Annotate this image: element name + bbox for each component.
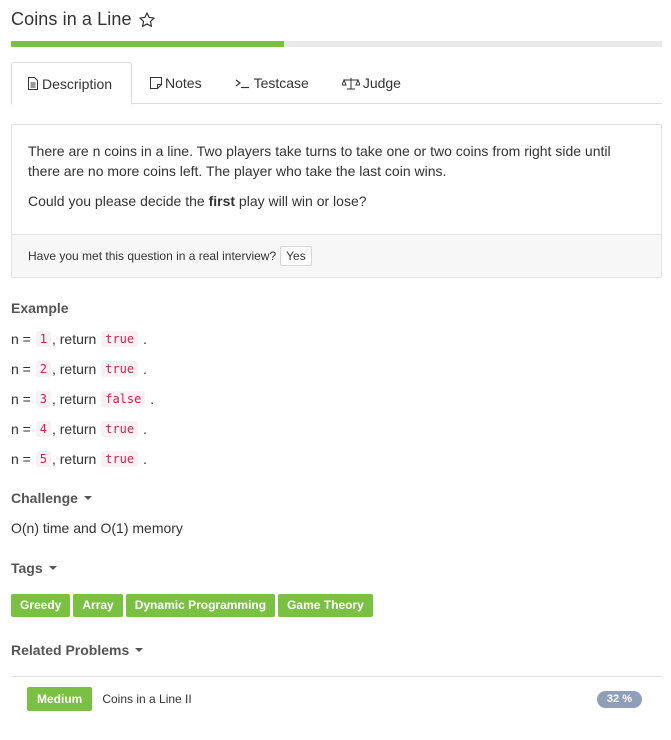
related-problem-row[interactable]: Medium Coins in a Line II 32 % xyxy=(27,686,642,712)
example-suffix: . xyxy=(143,361,147,377)
related-problems-heading[interactable]: Related Problems xyxy=(11,642,144,658)
example-result: true xyxy=(101,331,139,347)
yes-button[interactable]: Yes xyxy=(280,246,312,266)
difficulty-badge: Medium xyxy=(27,687,93,711)
example-heading: Example xyxy=(11,300,69,316)
example-prefix: n = xyxy=(11,331,31,347)
example-middle: , return xyxy=(51,421,97,437)
tag-array[interactable]: Array xyxy=(73,594,123,617)
progress-bar xyxy=(11,41,662,47)
tab-judge[interactable]: Judge xyxy=(341,62,401,104)
question-text: Could you please decide the xyxy=(28,193,209,209)
example-middle: , return xyxy=(51,361,97,377)
example-line: n = 5, return true . xyxy=(11,449,147,469)
description-paragraph: There are n coins in a line. Two players… xyxy=(28,143,611,179)
example-line: n = 3, return false . xyxy=(11,389,154,409)
example-suffix: . xyxy=(143,331,147,347)
example-prefix: n = xyxy=(11,421,31,437)
divider xyxy=(11,676,662,677)
challenge-heading[interactable]: Challenge xyxy=(11,490,92,506)
description-question: Could you please decide the first play w… xyxy=(28,191,645,211)
example-result: true xyxy=(101,451,139,467)
caret-down-icon xyxy=(83,496,92,500)
example-prefix: n = xyxy=(11,391,31,407)
caret-down-icon xyxy=(135,648,144,652)
title-row: Coins in a Line xyxy=(11,9,156,30)
description-body: There are n coins in a line. Two players… xyxy=(12,125,661,211)
question-text-end: play will win or lose? xyxy=(235,193,367,209)
tab-description[interactable]: Description xyxy=(11,62,132,105)
page-title: Coins in a Line xyxy=(11,9,132,29)
challenge-heading-label: Challenge xyxy=(11,490,78,506)
tab-label: Testcase xyxy=(253,75,309,91)
example-line: n = 1, return true . xyxy=(11,329,147,349)
interview-footer: Have you met this question in a real int… xyxy=(12,234,661,277)
example-line: n = 2, return true . xyxy=(11,359,147,379)
tab-label: Description xyxy=(42,75,113,92)
example-n: 3 xyxy=(35,391,51,407)
caret-down-icon xyxy=(48,566,57,570)
tab-bar: Description Notes Testcase Judge xyxy=(11,62,662,105)
tag-dynamic-programming[interactable]: Dynamic Programming xyxy=(125,594,276,617)
progress-bar-fill xyxy=(11,41,285,47)
example-n: 2 xyxy=(35,361,51,377)
example-suffix: . xyxy=(143,451,147,467)
tab-label: Judge xyxy=(362,75,401,91)
terminal-icon xyxy=(235,77,251,89)
example-heading-label: Example xyxy=(11,300,69,316)
tags-heading[interactable]: Tags xyxy=(11,560,57,576)
tag-game-theory[interactable]: Game Theory xyxy=(278,594,373,617)
question-bold: first xyxy=(208,193,236,209)
example-result: false xyxy=(101,391,146,407)
example-line: n = 4, return true . xyxy=(11,419,147,439)
example-result: true xyxy=(101,361,139,377)
example-middle: , return xyxy=(51,451,97,467)
example-middle: , return xyxy=(51,391,97,407)
example-suffix: . xyxy=(143,421,147,437)
example-prefix: n = xyxy=(11,361,31,377)
tab-notes[interactable]: Notes xyxy=(150,62,202,104)
example-middle: , return xyxy=(51,331,97,347)
interview-question: Have you met this question in a real int… xyxy=(28,249,277,263)
example-n: 1 xyxy=(35,331,51,347)
document-icon xyxy=(27,77,39,90)
related-heading-label: Related Problems xyxy=(11,642,130,658)
tags-heading-label: Tags xyxy=(11,560,43,576)
tags-list: Greedy Array Dynamic Programming Game Th… xyxy=(11,594,373,617)
example-n: 5 xyxy=(35,451,51,467)
scale-icon xyxy=(341,77,360,90)
example-n: 4 xyxy=(35,421,51,437)
example-prefix: n = xyxy=(11,451,31,467)
tag-greedy[interactable]: Greedy xyxy=(11,594,71,617)
note-icon xyxy=(150,77,162,89)
challenge-text: O(n) time and O(1) memory xyxy=(11,520,183,536)
acceptance-rate-badge: 32 % xyxy=(596,690,642,708)
tab-testcase[interactable]: Testcase xyxy=(235,62,309,104)
example-suffix: . xyxy=(150,391,155,407)
star-icon[interactable] xyxy=(138,11,156,29)
related-problem-link[interactable]: Coins in a Line II xyxy=(102,692,191,706)
example-result: true xyxy=(101,421,139,437)
tab-label: Notes xyxy=(165,75,202,91)
description-card: There are n coins in a line. Two players… xyxy=(11,124,662,278)
